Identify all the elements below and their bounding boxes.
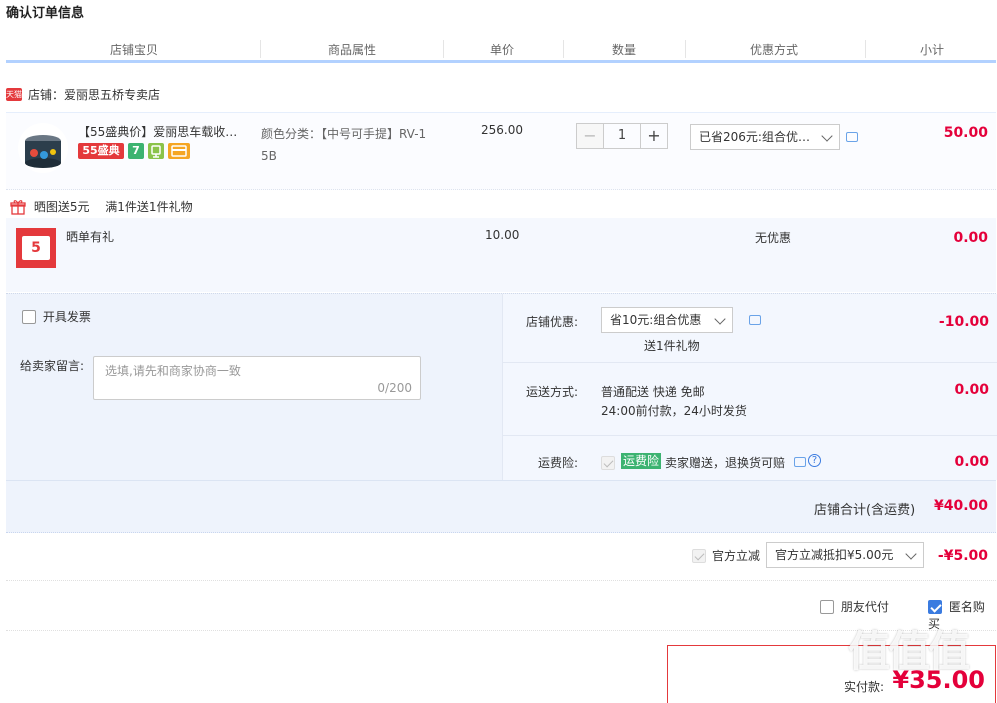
official-discount-row: 官方立减 官方立减抵扣¥5.00元 -¥5.00 <box>6 532 996 581</box>
shipping-amount: 0.00 <box>954 382 989 398</box>
gift-name[interactable]: 晒单有礼 <box>66 228 114 245</box>
col-shop-item: 店铺宝贝 <box>110 43 159 57</box>
official-discount-select[interactable]: 官方立减抵扣¥5.00元 <box>766 542 924 568</box>
help-icon[interactable]: ? <box>808 454 821 467</box>
table-header: 店铺宝贝 商品属性 单价 数量 优惠方式 小计 <box>6 38 996 63</box>
col-attributes: 商品属性 <box>328 43 377 57</box>
shipping-label: 运送方式: <box>526 385 579 399</box>
official-discount-checkbox <box>692 548 706 563</box>
qty-minus-button[interactable]: − <box>576 123 604 149</box>
official-discount-label: 官方立减 <box>712 549 761 563</box>
shop-gift-note: 送1件礼物 <box>644 339 700 353</box>
gift-price: 10.00 <box>485 228 520 242</box>
order-item: 【55盛典价】爱丽思车载收纳… 55盛典 7 颜色分类：【中号可手提】RV-1 … <box>6 112 996 190</box>
friend-pay-option[interactable]: 朋友代付 <box>820 598 889 615</box>
final-label: 实付款: <box>844 680 885 694</box>
col-quantity: 数量 <box>612 43 637 57</box>
attr-line-1: 颜色分类：【中号可手提】RV-1 <box>261 127 427 141</box>
tmall-icon: 天猫 <box>6 88 22 101</box>
col-discount: 优惠方式 <box>750 43 799 57</box>
chevron-down-icon <box>714 313 726 325</box>
insurance-text: 卖家赠送，退换货可赔 <box>665 456 786 470</box>
product-name[interactable]: 【55盛典价】爱丽思车载收纳… <box>78 123 248 140</box>
col-unit-price: 单价 <box>490 43 515 57</box>
watermark: 值值值 <box>848 627 970 676</box>
message-label: 给卖家留言: <box>20 359 85 373</box>
official-discount-amount: -¥5.00 <box>937 548 988 564</box>
qty-input[interactable]: 1 <box>604 123 640 149</box>
unit-price: 256.00 <box>481 123 523 137</box>
invoice-option[interactable]: 开具发票 <box>22 308 91 325</box>
badge-icon <box>148 143 164 159</box>
invoice-checkbox[interactable] <box>22 309 36 324</box>
promo-row: 晒图送5元 满1件送1件礼物 <box>10 198 193 215</box>
shop-total-label: 店铺合计(含运费) <box>814 503 916 518</box>
insurance-checkbox <box>601 455 615 470</box>
tag-55-festival: 55盛典 <box>78 143 124 159</box>
shipping-time: 24:00前付款，24小时发货 <box>601 404 747 418</box>
invoice-label: 开具发票 <box>42 310 91 324</box>
shipping-method: 普通配送 快递 免邮 <box>601 385 705 399</box>
chevron-down-icon <box>821 130 833 142</box>
message-placeholder: 选填,请先和商家协商一致 <box>105 364 241 378</box>
gift-subtotal: 0.00 <box>953 230 988 246</box>
shop-discount-label: 店铺优惠: <box>526 315 579 329</box>
col-subtotal: 小计 <box>920 43 945 57</box>
shop-discount-select[interactable]: 省10元:组合优惠 <box>601 307 733 333</box>
gift-thumbnail[interactable]: 5 <box>16 228 56 268</box>
official-discount-value: 官方立减抵扣¥5.00元 <box>775 548 894 562</box>
gift-discount: 无优惠 <box>755 231 792 245</box>
card-icon <box>168 143 190 159</box>
shop-summary-panel: 店铺优惠: 省10元:组合优惠 送1件礼物 -10.00 运送方式: 普通配送 … <box>502 294 997 480</box>
product-thumbnail[interactable] <box>18 123 68 173</box>
tag-7-days: 7 <box>128 143 144 159</box>
shop-discount-amount: -10.00 <box>938 314 989 330</box>
gift-item: 5 晒单有礼 10.00 无优惠 0.00 <box>6 218 996 292</box>
shipping-info: 普通配送 快递 免邮 24:00前付款，24小时发货 <box>601 383 747 421</box>
chevron-down-icon <box>905 548 917 560</box>
item-discount-select[interactable]: 已省206元:组合优… <box>690 124 840 150</box>
shop-row: 天猫 店铺：爱丽思五桥专卖店 <box>6 86 160 106</box>
page-title: 确认订单信息 <box>6 6 85 21</box>
chat-icon[interactable] <box>794 457 806 467</box>
insurance-amount: 0.00 <box>954 454 989 470</box>
order-options: 开具发票 给卖家留言: 选填,请先和商家协商一致 0/200 店铺优惠: 省10… <box>6 293 997 533</box>
shop-total-amount: ¥40.00 <box>933 498 988 514</box>
gift-icon <box>10 199 26 215</box>
product-attributes: 颜色分类：【中号可手提】RV-1 5B <box>261 123 451 167</box>
friend-pay-checkbox[interactable] <box>820 599 834 614</box>
insurance-label: 运费险: <box>538 456 579 470</box>
promo-photo-reward: 晒图送5元 <box>33 200 90 214</box>
quantity-stepper: − 1 + <box>576 123 668 149</box>
shop-name[interactable]: 店铺：爱丽思五桥专卖店 <box>28 88 160 102</box>
item-subtotal: 50.00 <box>943 125 988 141</box>
chat-icon[interactable] <box>749 315 761 325</box>
chat-icon[interactable] <box>846 132 858 142</box>
seller-message-field[interactable]: 选填,请先和商家协商一致 0/200 <box>93 356 421 400</box>
insurance-badge: 运费险 <box>621 453 662 469</box>
promo-free-gift: 满1件送1件礼物 <box>105 200 193 214</box>
anonymous-checkbox[interactable] <box>928 599 942 614</box>
gift-thumb-number: 5 <box>22 236 50 260</box>
shop-discount-value: 省10元:组合优惠 <box>610 313 702 327</box>
item-discount-value: 已省206元:组合优… <box>699 130 810 144</box>
qty-plus-button[interactable]: + <box>640 123 668 149</box>
friend-pay-label: 朋友代付 <box>840 600 889 614</box>
attr-line-2: 5B <box>261 149 277 163</box>
message-counter: 0/200 <box>377 381 412 395</box>
